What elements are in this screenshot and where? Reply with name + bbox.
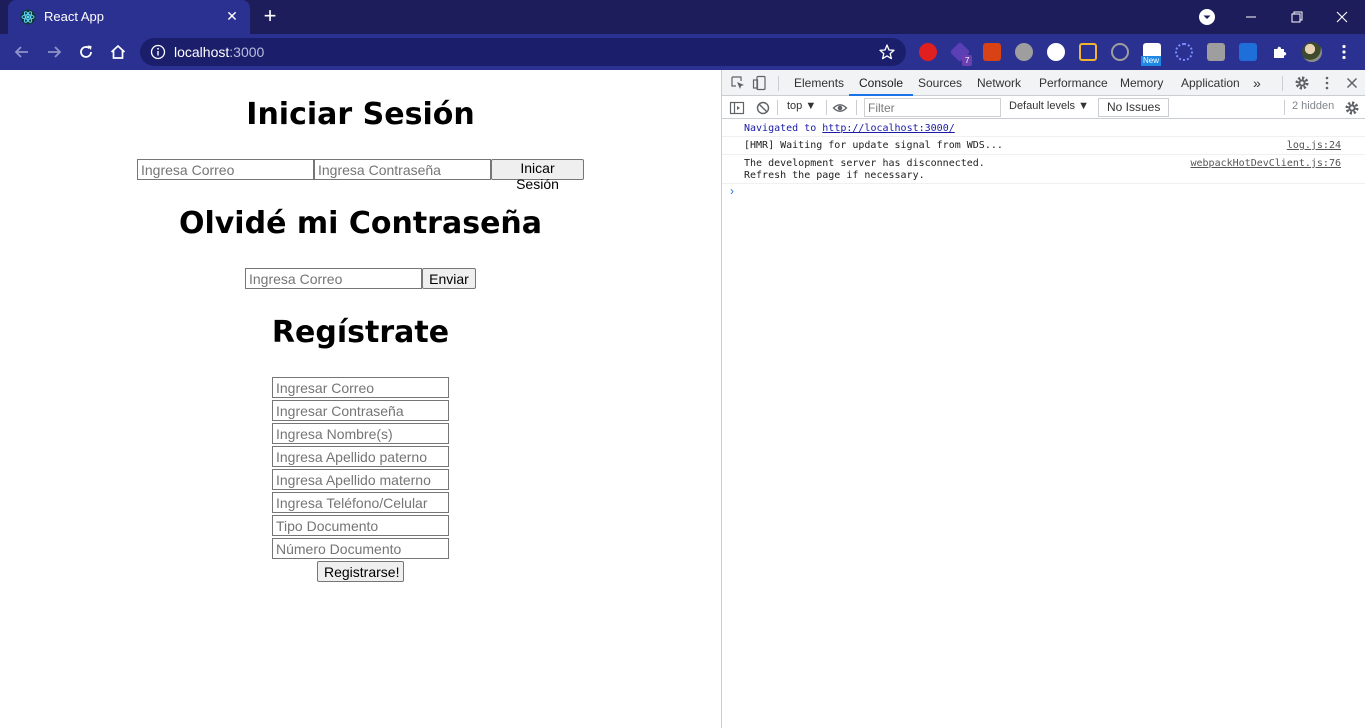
tab-close-icon[interactable]: ✕ [222,7,242,27]
back-icon[interactable] [10,40,34,64]
console-prompt-chevron[interactable]: › [730,184,734,198]
home-icon[interactable] [106,40,130,64]
context-selector[interactable]: top ▼ [787,100,816,112]
navigated-url-link[interactable]: http://localhost:3000/ [822,123,954,134]
register-maternal-surname-input[interactable] [272,469,449,490]
settings-gear-icon[interactable] [1294,75,1310,91]
forward-icon[interactable] [42,40,66,64]
browser-toolbar: localhost:3000 7 New [0,34,1365,70]
profile-avatar[interactable] [1302,42,1322,62]
tab-title: React App [44,9,104,24]
extension-d-icon[interactable] [1047,43,1065,61]
live-expression-eye-icon[interactable] [832,100,848,116]
forgot-heading: Olvidé mi Contraseña [178,206,543,241]
register-phone-input[interactable] [272,492,449,513]
more-tabs-icon[interactable]: » [1253,70,1261,96]
extension-grid-icon[interactable] [983,43,1001,61]
devtools-tab-bar: Elements Console Sources Network Perform… [722,70,1365,96]
info-icon[interactable] [150,44,166,60]
inspect-element-icon[interactable] [730,75,746,91]
separator [777,100,778,115]
clear-console-icon[interactable] [755,100,771,116]
console-filter-input[interactable] [864,98,1001,117]
separator [1284,100,1285,115]
new-tab-button[interactable]: + [258,5,282,29]
sidebar-toggle-icon[interactable] [729,100,745,116]
bookmark-star-icon[interactable] [878,43,896,61]
register-email-input[interactable] [272,377,449,398]
devtools-menu-icon[interactable] [1319,75,1335,91]
forgot-email-input[interactable] [245,268,422,289]
address-bar[interactable]: localhost:3000 [140,38,906,66]
console-message-hmr: [HMR] Waiting for update signal from WDS… [722,137,1365,155]
extension-c-icon[interactable] [1111,43,1129,61]
hidden-count: 2 hidden [1292,100,1335,112]
extension-blue-d-icon[interactable] [1239,43,1257,61]
message-source-link[interactable]: webpackHotDevClient.js:76 [1190,158,1341,169]
tab-network[interactable]: Network [977,70,1021,96]
separator [1282,76,1283,91]
close-devtools-icon[interactable] [1344,75,1360,91]
console-settings-gear-icon[interactable] [1344,100,1360,116]
register-paternal-surname-input[interactable] [272,446,449,467]
url-host: localhost [174,44,230,60]
console-message-disconnected: The development server has disconnected.… [722,155,1365,184]
register-document-number-input[interactable] [272,538,449,559]
register-heading: Regístrate [271,315,450,350]
log-levels-dropdown[interactable]: Default levels ▼ [1009,100,1089,112]
login-button[interactable]: Inicar Sesión [491,159,584,192]
close-window-icon[interactable] [1319,0,1365,34]
register-password-input[interactable] [272,400,449,421]
extension-code-icon[interactable] [1207,43,1225,61]
device-toolbar-icon[interactable] [752,75,768,91]
console-message-navigated: Navigated to http://localhost:3000/ [722,120,1365,137]
extension-database-icon[interactable] [1015,43,1033,61]
message-text: The development server has disconnected.… [744,158,985,181]
url-text[interactable]: localhost:3000 [174,44,264,60]
extension-sync-icon[interactable] [1079,43,1097,61]
extension-badge: 7 [962,55,973,66]
register-button[interactable]: Registrarse! [317,561,404,582]
login-email-input[interactable] [137,159,314,180]
register-document-type-input[interactable] [272,515,449,536]
separator [856,100,857,115]
separator [826,100,827,115]
extensions-puzzle-icon[interactable] [1271,43,1289,61]
tab-sources[interactable]: Sources [918,70,962,96]
adblock-extension-icon[interactable] [919,43,937,61]
issues-button[interactable]: No Issues [1098,98,1170,117]
devtools-panel: Elements Console Sources Network Perform… [721,70,1365,728]
restore-icon[interactable] [1274,0,1320,34]
tab-performance[interactable]: Performance [1039,70,1108,96]
login-heading: Iniciar Sesión [246,97,475,132]
minimize-icon[interactable] [1228,0,1274,34]
browser-tab[interactable]: React App ✕ [8,0,250,34]
page-viewport: Iniciar Sesión Inicar Sesión Olvidé mi C… [0,70,721,728]
url-port: :3000 [229,44,265,60]
message-text: Navigated to http://localhost:3000/ [744,123,955,135]
tab-application[interactable]: Application [1181,70,1240,96]
tab-elements[interactable]: Elements [794,70,844,96]
tab-memory[interactable]: Memory [1120,70,1163,96]
reload-icon[interactable] [74,40,98,64]
message-source-link[interactable]: log.js:24 [1287,140,1341,151]
extension-gear-flower-icon[interactable] [1175,43,1193,61]
login-password-input[interactable] [314,159,491,180]
forgot-send-button[interactable]: Enviar [422,268,476,289]
extension-new-badge: New [1141,56,1162,66]
react-favicon-icon [20,9,36,25]
console-toolbar: top ▼ Default levels ▼ No Issues 2 hidde… [722,96,1365,119]
tab-console[interactable]: Console [849,70,914,96]
separator [778,76,779,91]
menu-kebab-icon[interactable] [1332,40,1356,64]
tab-search-icon[interactable] [1199,9,1215,25]
tab-strip: React App ✕ + [0,0,1365,34]
message-text: [HMR] Waiting for update signal from WDS… [744,140,1003,151]
navigated-label: Navigated to [744,123,823,134]
register-names-input[interactable] [272,423,449,444]
